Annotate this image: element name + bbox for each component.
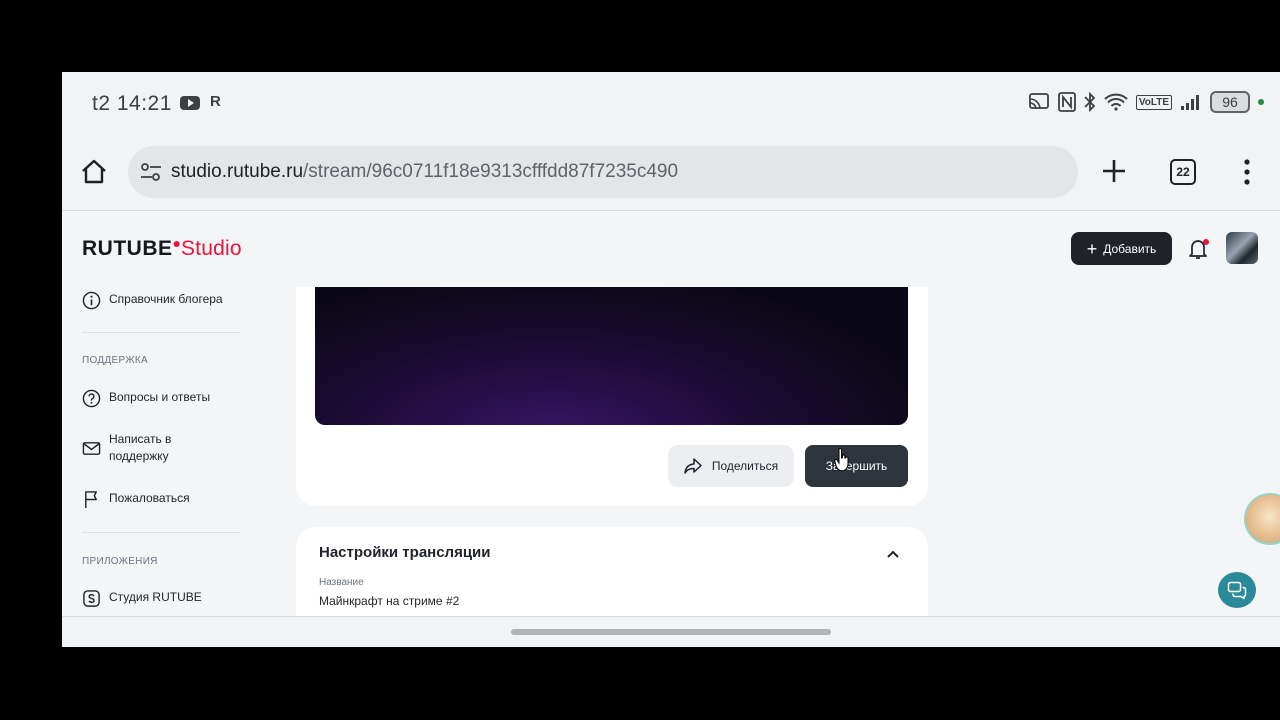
sidebar-item-write-support[interactable]: Написать в поддержку — [82, 431, 192, 465]
sidebar-item-label: Справочник блогера — [109, 292, 223, 306]
sidebar-item-label: Вопросы и ответы — [109, 390, 211, 404]
stream-settings-card: Настройки трансляции Название Майнкрафт … — [296, 527, 928, 616]
battery-icon: 96 — [1210, 91, 1250, 113]
sidebar-item-complain[interactable]: Пожаловаться — [82, 490, 190, 509]
rutube-notification-icon: R — [210, 93, 221, 110]
signal-icon — [1180, 91, 1202, 113]
add-button[interactable]: + Добавить — [1071, 232, 1172, 265]
finish-stream-button[interactable]: Завершить — [805, 445, 908, 487]
chat-icon — [1227, 581, 1247, 599]
cast-icon — [1028, 91, 1050, 113]
user-avatar[interactable] — [1226, 232, 1258, 264]
new-tab-icon[interactable] — [1101, 158, 1127, 184]
status-bar: t2 14:21 R VoLTE 96 — [62, 72, 1280, 134]
sidebar-section-support: ПОДДЕРЖКА — [82, 355, 148, 366]
add-button-label: Добавить — [1103, 241, 1157, 256]
sidebar-item-blogger-guide[interactable]: Справочник блогера — [82, 291, 223, 310]
sidebar-divider — [82, 332, 240, 333]
share-icon — [684, 458, 702, 474]
notification-dot — [1203, 239, 1209, 245]
web-page: RUTUBE●Studio + Добавить Справочник блоге… — [62, 211, 1280, 616]
mascot-avatar[interactable] — [1244, 493, 1280, 545]
stream-video-player[interactable] — [315, 287, 908, 425]
sidebar-item-label: Студия RUTUBE — [109, 590, 202, 604]
share-button-label: Поделиться — [711, 459, 779, 473]
status-time: t2 14:21 — [92, 92, 172, 115]
home-gesture-handle[interactable] — [511, 629, 831, 635]
url-host: studio.rutube.ru — [171, 161, 304, 182]
status-icons: VoLTE 96 — [1028, 91, 1264, 113]
youtube-notification-icon — [180, 96, 200, 110]
info-icon — [82, 291, 101, 310]
url-path: /stream/96c0711f18e9313cfffdd87f7235c490 — [303, 161, 679, 182]
volte-icon: VoLTE — [1135, 91, 1172, 113]
bluetooth-icon — [1084, 91, 1096, 113]
sidebar-item-faq[interactable]: Вопросы и ответы — [82, 389, 210, 408]
chevron-up-icon[interactable] — [884, 545, 902, 563]
question-icon — [82, 389, 101, 408]
studio-app-icon — [83, 590, 100, 607]
share-button[interactable]: Поделиться — [668, 445, 794, 487]
site-settings-icon[interactable] — [140, 162, 162, 182]
mail-icon — [82, 442, 101, 455]
stream-name-value[interactable]: Майнкрафт на стриме #2 — [319, 594, 459, 608]
sidebar-item-studio-app[interactable]: Студия RUTUBE — [82, 589, 202, 608]
flag-icon — [85, 491, 97, 509]
sidebar-item-label: Написать в поддержку — [109, 432, 172, 463]
hand-cursor-icon — [834, 447, 849, 472]
address-bar[interactable]: studio.rutube.ru/stream/96c0711f18e9313c… — [128, 146, 1078, 198]
sidebar-divider — [82, 532, 240, 533]
tab-switcher-button[interactable]: 22 — [1170, 159, 1196, 185]
plus-icon: + — [1086, 238, 1098, 259]
sidebar-section-apps: ПРИЛОЖЕНИЯ — [82, 556, 158, 567]
device-screen: t2 14:21 R VoLTE 96 studio.rutube.ru/str… — [62, 72, 1280, 647]
rutube-studio-logo[interactable]: RUTUBE●Studio — [82, 235, 242, 261]
site-header: RUTUBE●Studio + Добавить — [62, 211, 1280, 287]
nfc-icon — [1057, 91, 1076, 113]
stream-preview-card: Поделиться Завершить — [296, 287, 928, 506]
privacy-indicator-dot — [1258, 99, 1264, 105]
wifi-icon — [1104, 91, 1128, 113]
gesture-navigation-bar — [62, 616, 1280, 647]
stream-settings-title: Настройки трансляции — [319, 544, 491, 561]
sidebar: Справочник блогера ПОДДЕРЖКА Вопросы и о… — [62, 287, 262, 616]
more-menu-icon[interactable] — [1242, 158, 1252, 186]
browser-toolbar: studio.rutube.ru/stream/96c0711f18e9313c… — [62, 134, 1280, 211]
support-chat-button[interactable] — [1218, 572, 1256, 608]
stream-name-label: Название — [319, 577, 364, 588]
home-icon[interactable] — [80, 158, 108, 186]
url-text: studio.rutube.ru/stream/96c0711f18e9313c… — [171, 161, 678, 183]
sidebar-item-label: Пожаловаться — [109, 491, 190, 505]
